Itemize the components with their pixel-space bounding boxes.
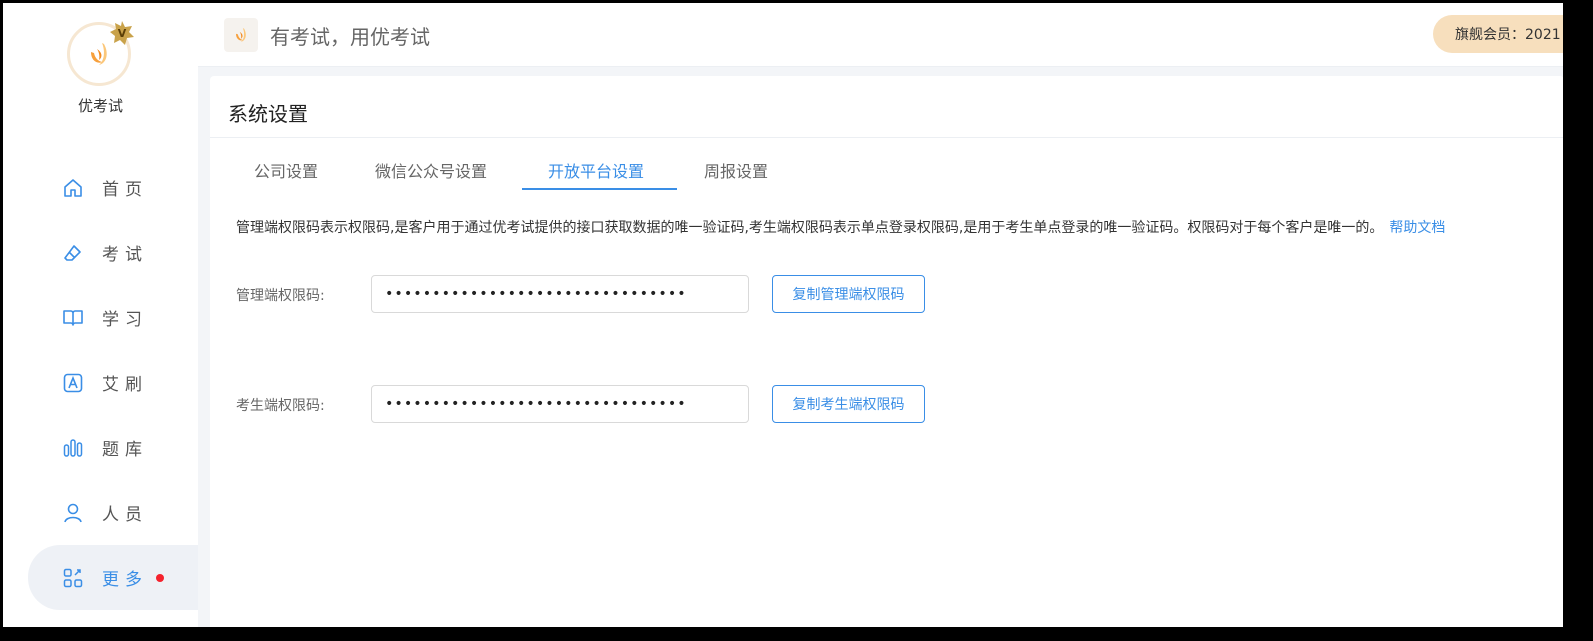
sidebar-item-label: 学习: [102, 310, 148, 330]
header-logo[interactable]: [224, 18, 258, 52]
active-tab-indicator: [522, 188, 677, 190]
sidebar: V 优考试 首页 考试 学习 艾刷 题库 人员 更多: [3, 3, 198, 627]
user-icon: [64, 503, 82, 523]
vip-badge-icon: V: [110, 21, 134, 45]
window-edge: [1563, 0, 1566, 640]
app-window: V 优考试 首页 考试 学习 艾刷 题库 人员 更多 有考试，用优考试 旗舰会员…: [3, 3, 1564, 627]
description-body: 管理端权限码表示权限码,是客户用于通过优考试提供的接口获取数据的唯一验证码,考生…: [236, 220, 1384, 236]
help-doc-link[interactable]: 帮助文档: [1389, 220, 1445, 236]
grid-icon: [63, 568, 83, 588]
book-icon: [63, 310, 83, 326]
tab-open-platform-settings[interactable]: 开放平台设置: [548, 158, 644, 182]
sidebar-item-aishua[interactable]: 艾刷: [3, 350, 198, 415]
tab-weekly-report-settings[interactable]: 周报设置: [704, 158, 768, 182]
copy-examinee-code-button[interactable]: 复制考生端权限码: [772, 385, 925, 423]
sidebar-item-label: 艾刷: [102, 375, 148, 395]
sidebar-item-people[interactable]: 人员: [3, 480, 198, 545]
svg-text:V: V: [118, 27, 127, 40]
examinee-code-row: 考生端权限码: ••••••••••••••••••••••••••••••••…: [210, 385, 1564, 423]
sidebar-item-label: 首页: [102, 180, 148, 200]
copy-admin-code-button[interactable]: 复制管理端权限码: [772, 275, 925, 313]
sidebar-item-study[interactable]: 学习: [3, 285, 198, 350]
page-title: 系统设置: [228, 102, 308, 126]
sidebar-item-label: 人员: [102, 505, 148, 525]
bars-icon: [63, 439, 83, 457]
top-header: 有考试，用优考试 旗舰会员：2021: [198, 3, 1564, 67]
sidebar-item-more[interactable]: 更多: [28, 545, 198, 610]
admin-code-field[interactable]: ••••••••••••••••••••••••••••••••: [371, 275, 900, 313]
home-icon: [64, 179, 82, 197]
eraser-icon: [64, 245, 81, 261]
examinee-code-value: ••••••••••••••••••••••••••••••••: [385, 396, 687, 412]
brand-name: 优考试: [77, 97, 123, 115]
notification-dot: [156, 574, 164, 582]
tab-wechat-settings[interactable]: 微信公众号设置: [375, 158, 487, 182]
sidebar-item-question-bank[interactable]: 题库: [3, 415, 198, 480]
examinee-code-field[interactable]: ••••••••••••••••••••••••••••••••: [371, 385, 900, 423]
admin-code-label: 管理端权限码:: [236, 288, 325, 304]
sidebar-item-label: 题库: [102, 440, 148, 460]
sidebar-item-exam[interactable]: 考试: [3, 220, 198, 285]
brand-logo-icon: [236, 28, 246, 42]
title-divider: [210, 137, 1564, 138]
member-badge[interactable]: 旗舰会员：2021: [1433, 15, 1564, 53]
description-text: 管理端权限码表示权限码,是客户用于通过优考试提供的接口获取数据的唯一验证码,考生…: [236, 217, 1445, 237]
sidebar-item-home[interactable]: 首页: [3, 155, 198, 220]
tab-company-settings[interactable]: 公司设置: [254, 158, 318, 182]
sidebar-item-label: 更多: [102, 570, 148, 590]
settings-card: 系统设置 公司设置 微信公众号设置 开放平台设置 周报设置 管理端权限码表示权限…: [210, 76, 1564, 627]
letter-a-icon: [63, 373, 83, 393]
admin-code-value: ••••••••••••••••••••••••••••••••: [385, 286, 687, 302]
sidebar-nav: 首页 考试 学习 艾刷 题库 人员 更多: [3, 155, 198, 610]
examinee-code-label: 考生端权限码:: [236, 398, 325, 414]
sidebar-item-label: 考试: [102, 245, 148, 265]
header-slogan: 有考试，用优考试: [270, 25, 430, 49]
admin-code-row: 管理端权限码: ••••••••••••••••••••••••••••••••…: [210, 275, 1564, 313]
settings-tabs: 公司设置 微信公众号设置 开放平台设置 周报设置: [210, 148, 1564, 194]
